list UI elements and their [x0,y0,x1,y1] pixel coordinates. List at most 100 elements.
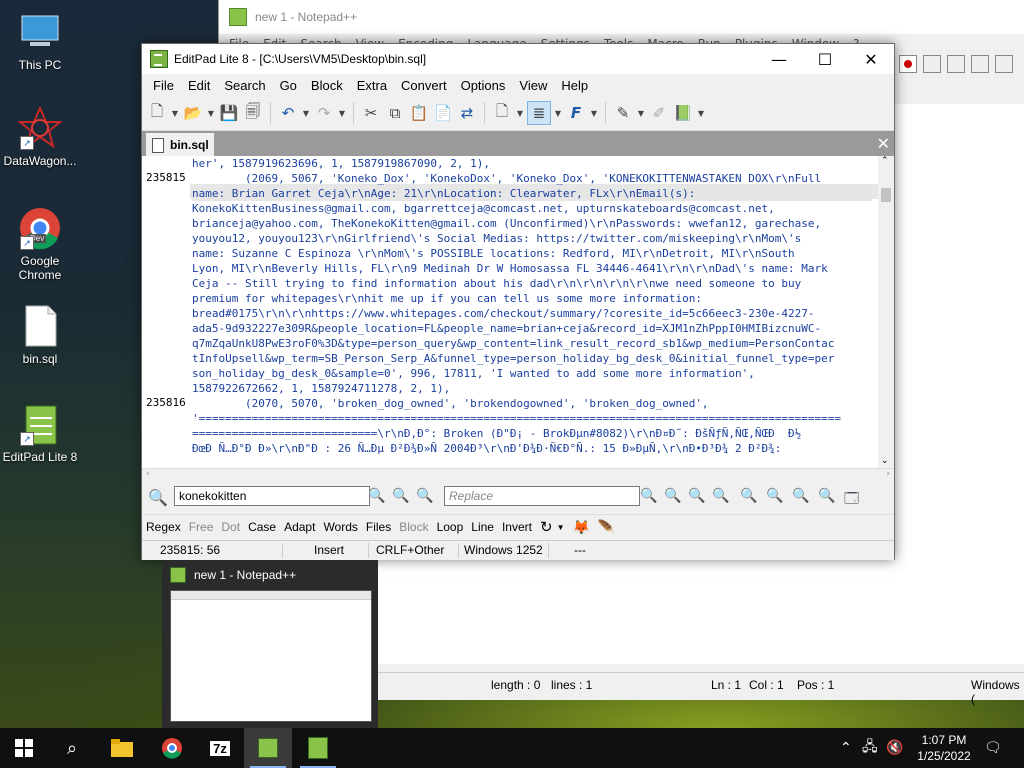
zoom-in-icon[interactable]: 🔍 [766,488,783,504]
paste-icon[interactable]: 📋 [408,102,430,124]
option-regex[interactable]: Regex [142,520,185,534]
chevron-down-icon[interactable]: ▼ [206,102,216,124]
redo-icon[interactable]: ↷ [313,102,335,124]
replace-icon[interactable]: 🔍 [640,488,657,504]
desktop-icon-this-pc[interactable]: This PC [0,10,80,72]
fox-icon[interactable]: 🦊 [564,519,597,536]
vertical-scrollbar[interactable]: ⌃ ⌄ [878,156,894,468]
start-button[interactable] [0,728,48,768]
chevron-down-icon[interactable]: ▼ [515,102,525,124]
new-file-icon[interactable]: 🗋 [146,102,168,124]
code-text[interactable]: her', 1587919623696, 1, 1587919867090, 2… [192,156,872,456]
option-loop[interactable]: Loop [433,520,468,534]
find-next-icon[interactable]: 🔍 [392,488,409,504]
editpad-title-bar[interactable]: EditPad Lite 8 - [C:\Users\VM5\Desktop\b… [142,44,894,74]
option-invert[interactable]: Invert [498,520,536,534]
menu-help[interactable]: Help [554,78,595,93]
history-icon[interactable]: ↻ [536,518,557,536]
save-icon[interactable]: 💾 [218,102,240,124]
desktop-icon-datawagon[interactable]: ↗ DataWagon... [0,105,80,168]
chevron-up-icon[interactable]: ⌃ [881,156,889,166]
option-words[interactable]: Words [319,520,361,534]
taskbar-thumbnail-preview[interactable]: new 1 - Notepad++ [162,560,378,728]
notification-icon[interactable]: 🗨 [984,728,1002,768]
tab-bin-sql[interactable]: bin.sql [146,133,214,157]
editpad-window[interactable]: EditPad Lite 8 - [C:\Users\VM5\Desktop\b… [141,43,895,560]
chevron-down-icon[interactable]: ▼ [553,102,563,124]
record-macro-icon[interactable] [899,55,917,73]
chevron-up-icon[interactable]: ⌃ [840,728,852,768]
open-folder-icon[interactable]: 📂 [182,102,204,124]
taskbar-notepadpp[interactable] [244,728,292,768]
search-input[interactable]: konekokitten [174,486,370,506]
volume-muted-icon[interactable]: 🔇 [886,728,903,768]
highlight-icon[interactable]: 🔍 [740,488,757,504]
option-dot[interactable]: Dot [217,520,244,534]
desktop-icon-editpad[interactable]: ↗ EditPad Lite 8 [0,402,80,464]
search-list-icon[interactable]: 🗔 [844,488,859,512]
option-block[interactable]: Block [395,520,432,534]
editor-area[interactable]: 235815 235816 her', 1587919623696, 1, 15… [142,156,894,468]
chevron-down-icon[interactable]: ▼ [337,102,347,124]
menu-search[interactable]: Search [217,78,272,93]
edit-options-icon[interactable]: ✎ [612,102,634,124]
scrollbar-thumb[interactable] [881,188,891,202]
count-matches-icon[interactable]: 🔍 [792,488,809,504]
menu-file[interactable]: File [146,78,181,93]
minimize-button[interactable]: — [756,44,802,74]
replace-all-icon[interactable]: 🔍 [712,488,729,504]
swap-clipboard-icon[interactable]: ⇄ [456,102,478,124]
notepadpp-title-bar[interactable]: new 1 - Notepad++ [219,0,1024,34]
taskbar-7zip[interactable]: 7z [196,728,244,768]
chevron-left-icon[interactable]: ‹ [146,469,150,479]
menu-edit[interactable]: Edit [181,78,217,93]
menu-go[interactable]: Go [273,78,304,93]
search-button[interactable]: ⌕ [48,728,96,768]
menu-options[interactable]: Options [454,78,513,93]
undo-icon[interactable]: ↶ [277,102,299,124]
chevron-down-icon[interactable]: ▼ [170,102,180,124]
menu-block[interactable]: Block [304,78,350,93]
run-macro-icon[interactable] [971,55,989,73]
option-free[interactable]: Free [185,520,218,534]
clear-search-icon[interactable]: 🔍 [818,488,835,504]
desktop-icon-bin-sql[interactable]: bin.sql [0,304,80,366]
find-previous-icon[interactable]: 🔍 [416,488,433,504]
taskbar-chrome[interactable] [148,728,196,768]
desktop-icon-google-chrome[interactable]: Dev ↗ Google Chrome [0,206,80,282]
taskbar-file-explorer[interactable] [98,728,146,768]
stop-macro-icon[interactable] [923,55,941,73]
feather-icon[interactable]: 🪶 [598,519,615,536]
find-first-icon[interactable]: 🔍 [368,488,385,504]
cut-icon[interactable]: ✂ [360,102,382,124]
chevron-down-icon[interactable]: ⌄ [881,456,889,466]
option-case[interactable]: Case [244,520,280,534]
page-icon[interactable]: 🗋 [491,102,513,124]
chevron-down-icon[interactable]: ▼ [696,102,706,124]
menu-extra[interactable]: Extra [350,78,394,93]
option-files[interactable]: Files [362,520,395,534]
book-icon[interactable]: 📗 [672,102,694,124]
system-clock[interactable]: 1:07 PM 1/25/2022 [912,732,976,764]
taskbar-editpad[interactable] [294,728,342,768]
option-adapt[interactable]: Adapt [280,520,319,534]
menu-view[interactable]: View [512,78,554,93]
option-line[interactable]: Line [467,520,498,534]
chevron-down-icon[interactable]: ▼ [301,102,311,124]
chevron-right-icon[interactable]: › [886,469,890,479]
replace-next-icon[interactable]: 🔍 [664,488,681,504]
close-button[interactable]: ✕ [848,44,894,74]
paste-special-icon[interactable]: 📄 [432,102,454,124]
horizontal-scrollbar[interactable]: ‹ › [142,468,894,483]
save-macro-icon[interactable] [995,55,1013,73]
clear-options-icon[interactable]: ✐ [648,102,670,124]
close-tab-icon[interactable]: ✕ [877,134,890,153]
maximize-button[interactable]: ☐ [802,44,848,74]
replace-input[interactable]: Replace [444,486,640,506]
save-all-icon[interactable]: 🗐 [242,102,264,124]
replace-previous-icon[interactable]: 🔍 [688,488,705,504]
word-wrap-icon[interactable]: ≣ [527,101,551,125]
chevron-down-icon[interactable]: ▼ [636,102,646,124]
chevron-down-icon[interactable]: ▼ [589,102,599,124]
menu-convert[interactable]: Convert [394,78,454,93]
